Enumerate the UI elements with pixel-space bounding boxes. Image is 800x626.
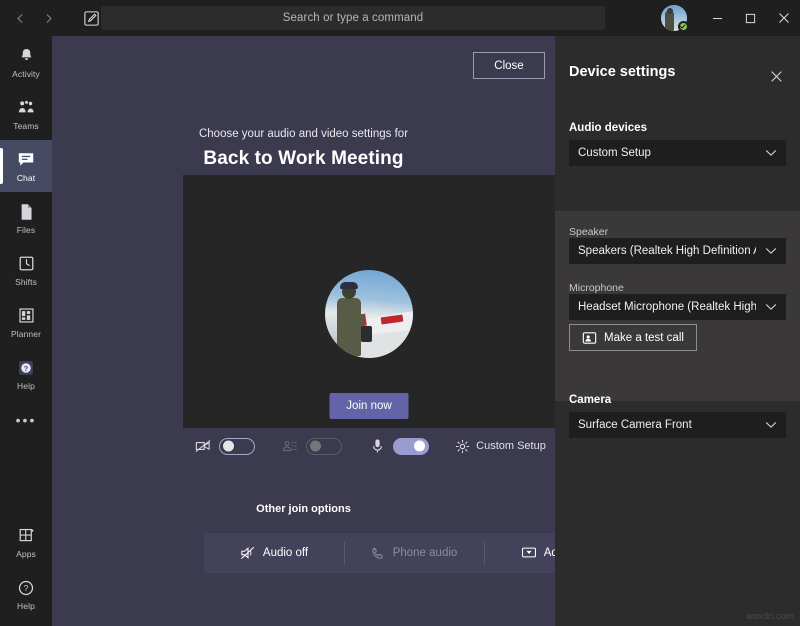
- microphone-toggle[interactable]: [393, 437, 430, 455]
- video-preview: Join now Custom Setup: [183, 175, 555, 455]
- sidebar-item-files[interactable]: Files: [0, 192, 52, 244]
- sidebar-item-shifts[interactable]: Shifts: [0, 244, 52, 296]
- svg-text:?: ?: [24, 363, 28, 372]
- preview-avatar-image: [325, 270, 413, 358]
- watermark: wsxdn.com: [746, 611, 794, 622]
- audio-devices-label: Audio devices: [569, 122, 647, 134]
- gear-icon: [455, 439, 470, 454]
- camera-toggle[interactable]: [219, 437, 256, 455]
- camera-label-wrap: Camera: [569, 390, 611, 408]
- rail-bottom-group: Apps ? Help: [0, 516, 52, 620]
- sidebar-item-help[interactable]: ? Help: [0, 568, 52, 620]
- speaker-value: Speakers (Realtek High Definition Au...: [578, 245, 756, 257]
- prejoin-stage: Close Choose your audio and video settin…: [52, 36, 624, 626]
- app-rail: Activity Teams Chat Files Shifts Planner…: [0, 36, 52, 626]
- sidebar-item-label: Help: [17, 600, 35, 611]
- help-circle-icon: ?: [17, 578, 35, 598]
- search-placeholder-text: Search or type a command: [282, 12, 424, 24]
- background-blur-control-group: [279, 437, 343, 455]
- join-option-label: Audio off: [262, 547, 309, 559]
- back-icon[interactable]: [6, 4, 34, 32]
- make-test-call-label: Make a test call: [604, 331, 684, 344]
- chevron-down-icon: [765, 247, 777, 255]
- audio-devices-dropdown[interactable]: Custom Setup: [569, 140, 786, 166]
- join-option-phone-audio[interactable]: Phone audio: [344, 533, 484, 573]
- join-option-label: Phone audio: [392, 547, 458, 559]
- device-settings-title: Device settings: [569, 64, 676, 80]
- chevron-down-icon: [765, 149, 777, 157]
- sidebar-item-label: Files: [16, 224, 36, 235]
- microphone-label: Microphone: [569, 282, 624, 294]
- device-settings-label: Custom Setup: [476, 440, 546, 452]
- microphone-value: Headset Microphone (Realtek High D...: [578, 301, 756, 313]
- background-blur-icon: [279, 439, 301, 453]
- planner-icon: [18, 306, 35, 326]
- join-now-button[interactable]: Join now: [329, 393, 409, 419]
- sidebar-item-label: Shifts: [15, 276, 37, 287]
- shifts-icon: [18, 254, 35, 274]
- microphone-control-group: [366, 437, 430, 455]
- sidebar-item-help-badge[interactable]: ? Help: [0, 348, 52, 400]
- make-test-call-button[interactable]: Make a test call: [569, 324, 697, 351]
- speaker-label: Speaker: [569, 226, 609, 238]
- sidebar-item-label: Help: [17, 380, 35, 391]
- apps-icon: [18, 526, 35, 546]
- camera-off-icon: [192, 439, 214, 453]
- sidebar-item-chat[interactable]: Chat: [0, 140, 52, 192]
- close-window-button[interactable]: [767, 0, 800, 36]
- sidebar-item-planner[interactable]: Planner: [0, 296, 52, 348]
- join-option-audio-off[interactable]: Audio off: [204, 533, 344, 573]
- more-apps-button[interactable]: •••: [0, 400, 52, 440]
- camera-control-group: [192, 437, 256, 455]
- svg-text:?: ?: [24, 583, 29, 593]
- sidebar-item-label: Activity: [12, 68, 40, 79]
- prejoin-subtitle: Choose your audio and video settings for: [198, 128, 409, 140]
- sidebar-item-apps[interactable]: Apps: [0, 516, 52, 568]
- status-badge: [678, 21, 689, 32]
- sidebar-item-label: Planner: [11, 328, 41, 339]
- speaker-dropdown[interactable]: Speakers (Realtek High Definition Au...: [569, 238, 786, 264]
- sidebar-item-label: Apps: [16, 548, 36, 559]
- prejoin-controls: Custom Setup: [183, 429, 555, 463]
- search-input[interactable]: Search or type a command: [101, 6, 605, 30]
- device-settings-panel: Device settings Audio devices Custom Set…: [555, 36, 800, 626]
- help-badge-icon: ?: [17, 358, 35, 378]
- bell-icon: [18, 46, 35, 66]
- chat-icon: [17, 150, 35, 170]
- camera-value: Surface Camera Front: [578, 419, 692, 431]
- avatar[interactable]: [661, 5, 689, 32]
- navigation-arrows: [6, 4, 62, 32]
- window-controls-group: [661, 0, 800, 36]
- sidebar-item-label: Chat: [16, 172, 36, 183]
- title-bar: Search or type a command: [0, 0, 800, 36]
- meeting-title: Back to Work Meeting: [203, 148, 404, 169]
- sidebar-item-label: Teams: [13, 120, 39, 131]
- chevron-down-icon: [765, 421, 777, 429]
- test-call-icon: [582, 331, 597, 345]
- close-button[interactable]: Close: [473, 52, 545, 79]
- teams-icon: [17, 98, 36, 118]
- chevron-down-icon: [765, 303, 777, 311]
- audio-devices-value: Custom Setup: [578, 147, 651, 159]
- files-icon: [19, 202, 34, 222]
- camera-dropdown[interactable]: Surface Camera Front: [569, 412, 786, 438]
- background-blur-toggle[interactable]: [306, 437, 343, 455]
- speaker-off-icon: [240, 546, 256, 560]
- phone-icon: [371, 546, 386, 561]
- add-room-icon: [521, 546, 537, 560]
- forward-icon[interactable]: [34, 4, 62, 32]
- other-join-options-title: Other join options: [256, 503, 351, 515]
- microphone-dropdown[interactable]: Headset Microphone (Realtek High D...: [569, 294, 786, 320]
- sidebar-item-activity[interactable]: Activity: [0, 36, 52, 88]
- close-icon[interactable]: [768, 68, 784, 84]
- device-settings-button[interactable]: Custom Setup: [455, 439, 546, 454]
- teams-window: Search or type a command Activity Teams …: [0, 0, 800, 626]
- minimize-button[interactable]: [701, 0, 734, 36]
- microphone-icon: [366, 438, 388, 454]
- audio-devices-label-wrap: Audio devices: [569, 118, 647, 136]
- maximize-button[interactable]: [734, 0, 767, 36]
- camera-label: Camera: [569, 394, 612, 406]
- sidebar-item-teams[interactable]: Teams: [0, 88, 52, 140]
